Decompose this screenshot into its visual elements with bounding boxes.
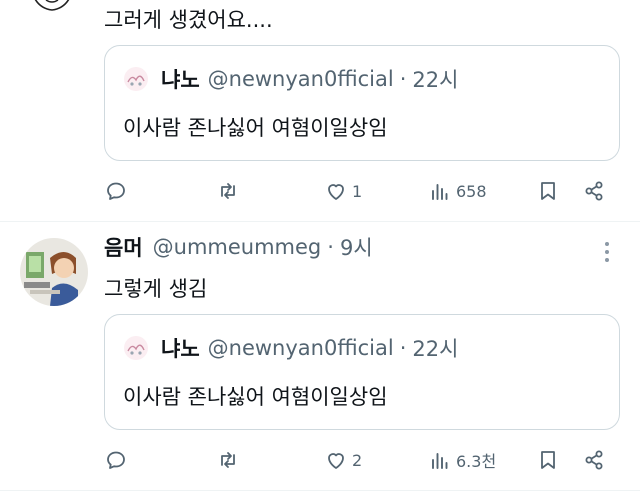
bookmark-icon	[541, 451, 555, 469]
bookmark-button[interactable]	[536, 177, 560, 205]
quoted-author-handle: @newnyan0fficial	[207, 336, 394, 360]
quoted-author-avatar	[124, 336, 148, 360]
reply-button[interactable]	[104, 177, 128, 205]
more-options-button[interactable]	[598, 240, 616, 264]
author-avatar[interactable]	[24, 0, 80, 36]
quoted-post-time: 22시	[412, 337, 459, 361]
quoted-post-time: 22시	[412, 68, 459, 92]
like-button[interactable]: 2	[324, 446, 362, 474]
quoted-author-name: 냐노	[161, 68, 200, 92]
retweet-button[interactable]	[216, 177, 240, 205]
like-button[interactable]: 1	[324, 177, 362, 205]
more-dots-icon	[605, 242, 609, 246]
post-header: 음머 @ummeummeg · 9시	[104, 232, 373, 262]
views-chart-icon	[432, 184, 448, 200]
post-text: 그렇게 생김	[104, 277, 208, 301]
quoted-author-name: 냐노	[161, 337, 200, 361]
separator-dot: ·	[399, 336, 407, 360]
quoted-post-text: 이사람 존나싫어 여혐이일상임	[123, 116, 388, 140]
reply-button[interactable]	[104, 446, 128, 474]
share-button[interactable]	[582, 446, 606, 474]
views-count: 6.3천	[456, 452, 497, 471]
views-button[interactable]: 6.3천	[428, 446, 496, 474]
separator-dot: ·	[327, 235, 334, 259]
quoted-author-avatar	[124, 67, 148, 91]
comment-icon	[107, 451, 125, 469]
retweet-icon	[221, 183, 235, 199]
post-actions: 2 6.3천	[104, 446, 612, 474]
quoted-author-handle: @newnyan0fficial	[207, 67, 394, 91]
post-time[interactable]: 9시	[340, 232, 373, 262]
retweet-button[interactable]	[216, 446, 240, 474]
quoted-post[interactable]: 냐노 @newnyan0fficial · 22시 이사람 존나싫어 여혐이일상…	[104, 45, 620, 161]
author-handle[interactable]: @ummeummeg	[153, 235, 322, 259]
quoted-post[interactable]: 냐노 @newnyan0fficial · 22시 이사람 존나싫어 여혐이일상…	[104, 314, 620, 430]
post-actions: 1 658	[104, 177, 612, 205]
heart-icon	[328, 453, 344, 469]
comment-icon	[107, 182, 125, 200]
post-divider	[0, 490, 640, 491]
post-divider	[0, 221, 640, 222]
share-icon	[585, 181, 603, 201]
like-count: 2	[352, 450, 363, 470]
share-button[interactable]	[582, 177, 606, 205]
views-button[interactable]: 658	[428, 177, 487, 205]
bookmark-button[interactable]	[536, 446, 560, 474]
author-avatar[interactable]	[20, 238, 88, 306]
views-chart-icon	[432, 453, 448, 469]
separator-dot: ·	[399, 67, 407, 91]
author-name[interactable]: 음머	[104, 232, 143, 262]
heart-icon	[328, 184, 344, 200]
views-count: 658	[456, 181, 487, 201]
like-count: 1	[352, 181, 363, 201]
share-icon	[585, 450, 603, 470]
post-text: 그러게 생겼어요....	[104, 8, 273, 32]
quoted-post-text: 이사람 존나싫어 여혐이일상임	[123, 385, 388, 409]
retweet-icon	[221, 452, 235, 468]
bookmark-icon	[541, 182, 555, 200]
